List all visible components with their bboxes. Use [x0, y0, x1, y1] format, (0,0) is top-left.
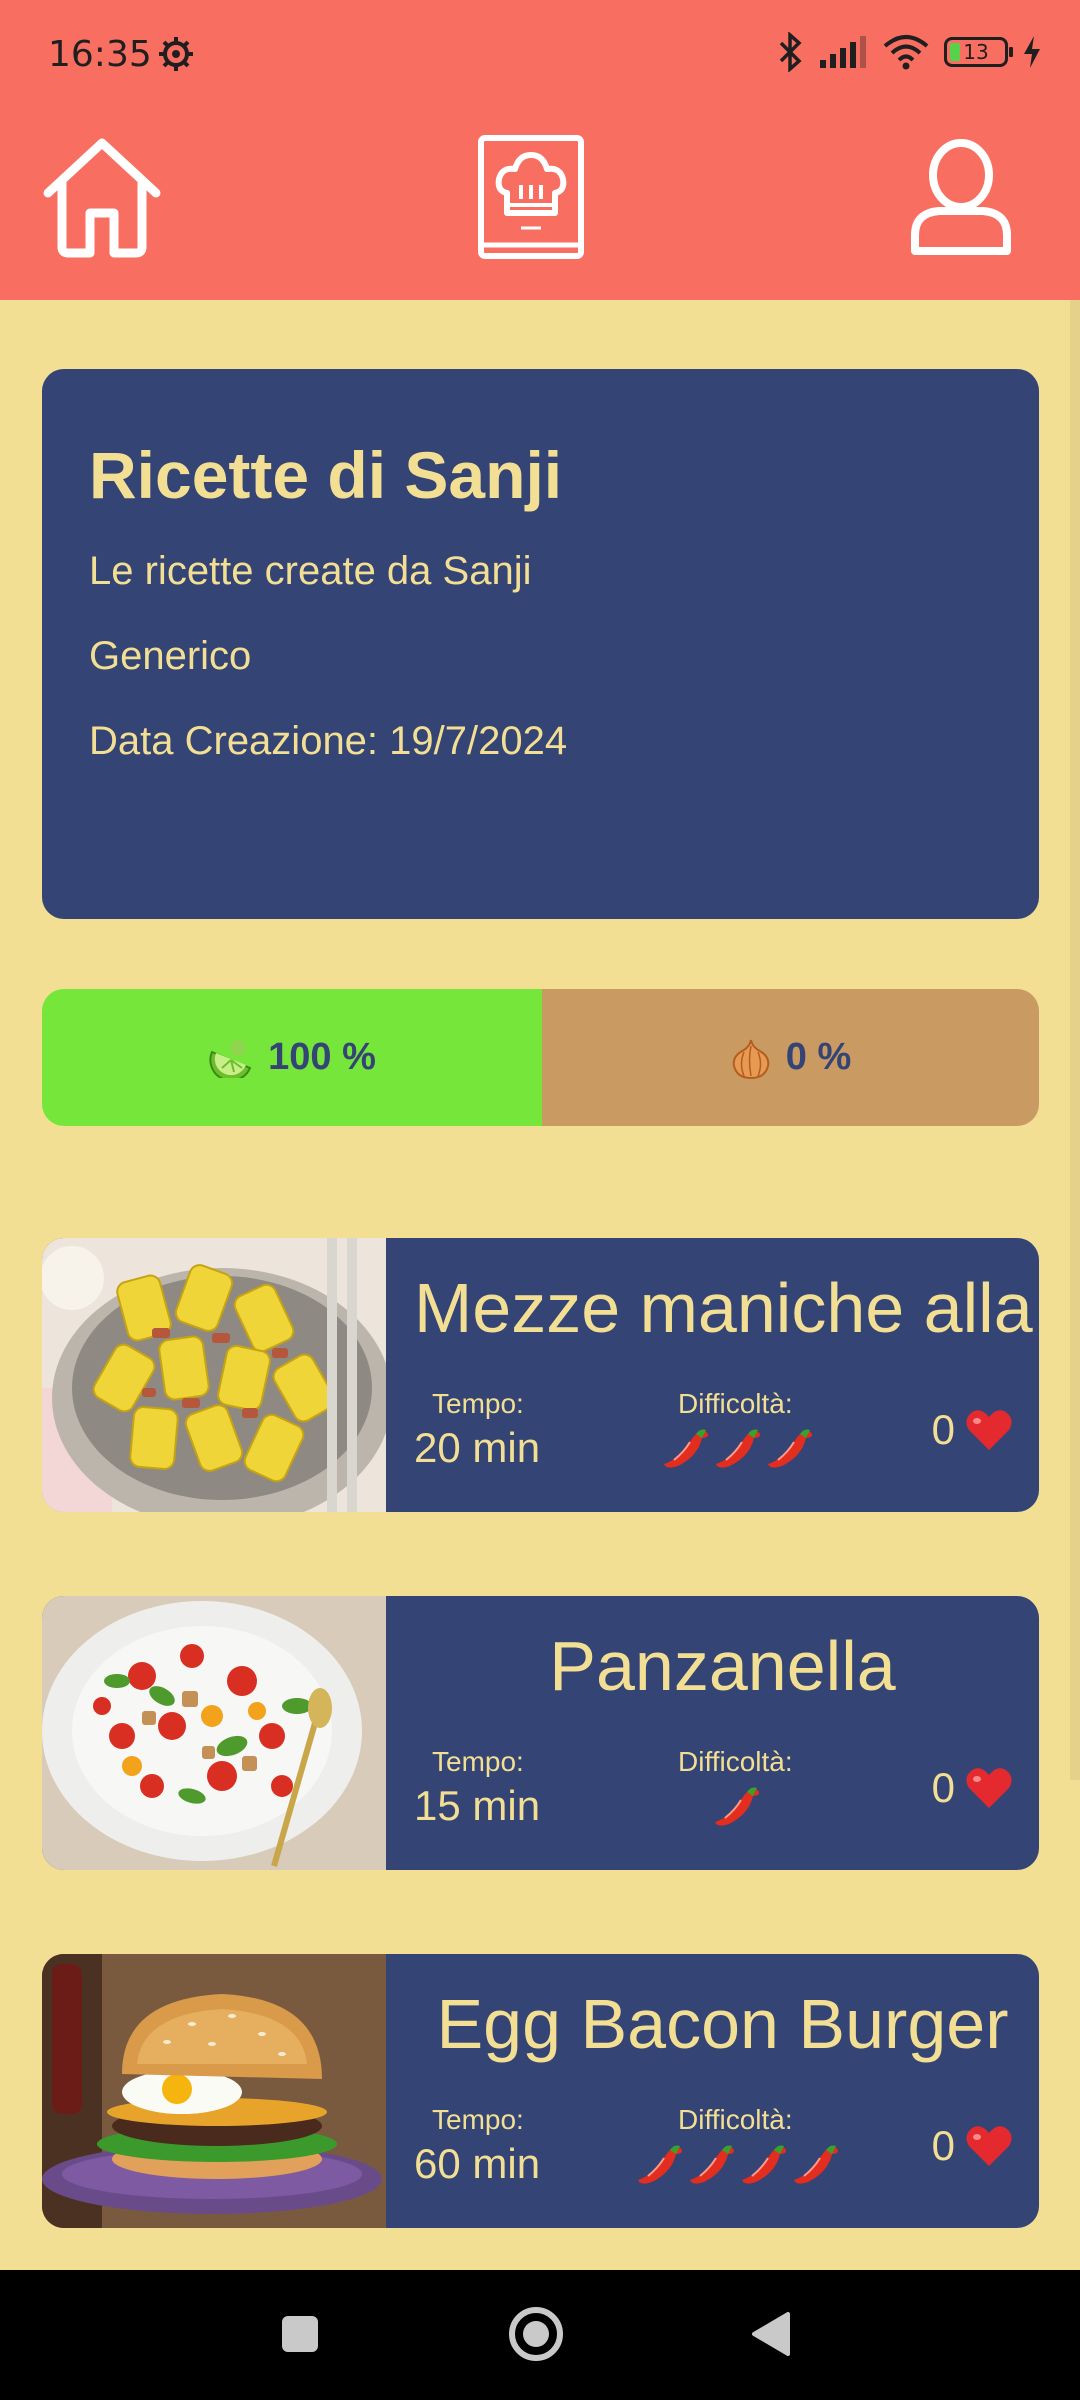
scrollbar[interactable]: [1070, 300, 1080, 1780]
collection-category: Generico: [89, 634, 252, 678]
time-value: 20 min: [414, 1424, 541, 1471]
likes-counter[interactable]: 0: [932, 1764, 1013, 1812]
collection-info-card: Ricette di Sanji Le ricette create da Sa…: [42, 369, 1039, 919]
ingredient-ratio-bar: 100 % 0 %: [42, 989, 1039, 1126]
chili-pepper-icon: [713, 1784, 761, 1832]
difficulty-rating: [713, 1784, 761, 1832]
chili-pepper-icon: [636, 2142, 684, 2190]
status-time: 16:35: [48, 34, 152, 75]
difficulty-rating: [662, 1426, 814, 1474]
chili-pepper-icon: [766, 1426, 814, 1474]
time-label: Tempo:: [432, 1388, 524, 1419]
time-value: 60 min: [414, 2140, 541, 2187]
likes-count: 0: [931, 1764, 955, 1811]
collection-created-date: Data Creazione: 19/7/2024: [89, 719, 568, 763]
home-button-icon[interactable]: [508, 2306, 564, 2362]
likes-count: 0: [931, 1406, 955, 1453]
salad-photo: [42, 1596, 386, 1870]
system-navigation-bar: [0, 2270, 1080, 2400]
wifi-icon: [883, 35, 929, 70]
chili-pepper-icon: [740, 2142, 788, 2190]
time-value: 15 min: [414, 1782, 541, 1829]
recipe-book-icon[interactable]: [475, 135, 587, 260]
chili-pepper-icon: [714, 1426, 762, 1474]
collection-title: Ricette di Sanji: [89, 438, 563, 512]
gear-icon: [159, 37, 193, 71]
chili-pepper-icon: [688, 2142, 736, 2190]
difficulty-label: Difficoltà:: [678, 1746, 793, 1777]
ratio-left-label: 100 %: [268, 1036, 376, 1078]
battery-icon: 13: [944, 37, 1013, 67]
bluetooth-icon: [779, 32, 802, 72]
recipe-card[interactable]: Panzanella Tempo: 15 min Difficoltà: 0: [42, 1596, 1039, 1870]
heart-icon[interactable]: [965, 1408, 1013, 1452]
burger-photo: [42, 1954, 386, 2228]
difficulty-label: Difficoltà:: [678, 2104, 793, 2135]
user-icon[interactable]: [905, 135, 1017, 260]
time-label: Tempo:: [432, 1746, 524, 1777]
home-icon[interactable]: [40, 135, 165, 260]
likes-count: 0: [931, 2122, 955, 2169]
chili-pepper-icon: [792, 2142, 840, 2190]
difficulty-rating: [636, 2142, 840, 2190]
recipe-card[interactable]: Egg Bacon Burger Tempo: 60 min Difficolt…: [42, 1954, 1039, 2228]
likes-counter[interactable]: 0: [932, 2122, 1013, 2170]
ratio-segment-green: 100 %: [42, 989, 542, 1126]
difficulty-label: Difficoltà:: [678, 1388, 793, 1419]
ratio-segment-brown: 0 %: [542, 989, 1039, 1126]
app-header: 16:35 13: [0, 0, 1080, 300]
signal-icon: [820, 36, 866, 68]
heart-icon[interactable]: [965, 1766, 1013, 1810]
onion-icon: [732, 1039, 770, 1079]
recent-apps-icon[interactable]: [280, 2314, 320, 2354]
chili-pepper-icon: [662, 1426, 710, 1474]
pasta-photo: [42, 1238, 386, 1512]
charging-icon: [1024, 36, 1040, 68]
likes-counter[interactable]: 0: [932, 1406, 1013, 1454]
back-icon[interactable]: [750, 2310, 792, 2358]
recipe-card[interactable]: Mezze maniche alla Tempo: 20 min Diffico…: [42, 1238, 1039, 1512]
collection-description: Le ricette create da Sanji: [89, 549, 532, 593]
time-label: Tempo:: [432, 2104, 524, 2135]
recipe-title: Mezze maniche alla: [414, 1269, 1033, 1347]
recipe-title: Panzanella: [549, 1627, 896, 1705]
recipe-title: Egg Bacon Burger: [436, 1985, 1009, 2063]
status-icons: 13: [778, 32, 1042, 72]
status-bar: 16:35 13: [0, 0, 1080, 115]
battery-level: 13: [963, 40, 989, 64]
heart-icon[interactable]: [965, 2124, 1013, 2168]
ratio-right-label: 0 %: [785, 1036, 852, 1078]
lime-icon: [209, 1039, 252, 1078]
